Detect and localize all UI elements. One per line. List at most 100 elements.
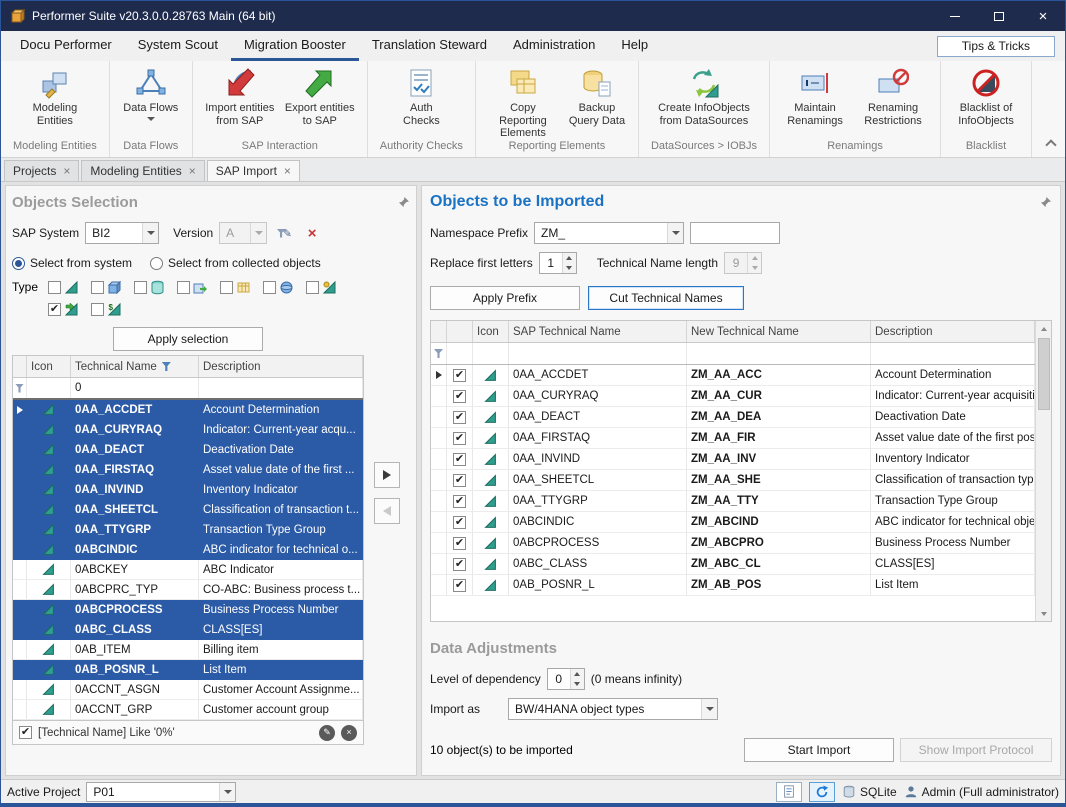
selection-grid-filter-row[interactable]: 0 bbox=[13, 378, 363, 400]
radio-select-from-collected[interactable]: Select from collected objects bbox=[150, 256, 321, 270]
table-row[interactable]: ✔ 0AA_TTYGRP ZM_AA_TTY Transaction Type … bbox=[431, 491, 1035, 512]
table-row[interactable]: ✔ 0AB_POSNR_L ZM_AB_POS List Item bbox=[431, 575, 1035, 596]
table-row[interactable]: 0AA_CURYRAQ Indicator: Current-year acqu… bbox=[13, 420, 363, 440]
row-checkbox[interactable]: ✔ bbox=[453, 558, 466, 571]
column-header-new-technical-name[interactable]: New Technical Name bbox=[687, 321, 871, 342]
column-header-icon[interactable]: Icon bbox=[473, 321, 509, 342]
table-row[interactable]: 0AB_POSNR_L List Item bbox=[13, 660, 363, 680]
minimize-button[interactable] bbox=[933, 1, 977, 31]
table-row[interactable]: 0AA_SHEETCL Classification of transactio… bbox=[13, 500, 363, 520]
table-row[interactable]: ✔ 0AA_CURYRAQ ZM_AA_CUR Indicator: Curre… bbox=[431, 386, 1035, 407]
row-checkbox[interactable]: ✔ bbox=[453, 474, 466, 487]
table-row[interactable]: ✔ 0ABCPROCESS ZM_ABCPRO Business Process… bbox=[431, 533, 1035, 554]
row-checkbox[interactable]: ✔ bbox=[453, 453, 466, 466]
row-checkbox[interactable]: ✔ bbox=[453, 390, 466, 403]
type-option-cylinder[interactable]: ✔ bbox=[134, 280, 165, 295]
version-combobox[interactable]: A bbox=[219, 222, 267, 244]
tab-close-icon[interactable]: × bbox=[63, 165, 70, 177]
renaming-restrictions-button[interactable]: Renaming Restrictions bbox=[854, 63, 932, 127]
namespace-prefix-combobox[interactable]: ZM_ bbox=[534, 222, 684, 244]
blacklist-button[interactable]: Blacklist of InfoObjects bbox=[949, 63, 1023, 127]
namespace-prefix-input[interactable] bbox=[690, 222, 780, 244]
scroll-up-icon[interactable] bbox=[1036, 321, 1051, 336]
table-row[interactable]: 0ABCPRC_TYP CO-ABC: Business process t..… bbox=[13, 580, 363, 600]
row-checkbox[interactable]: ✔ bbox=[453, 537, 466, 550]
show-import-protocol-button[interactable]: Show Import Protocol bbox=[900, 738, 1052, 762]
menu-tab[interactable]: System Scout bbox=[125, 31, 231, 61]
ribbon-collapse-chevron-icon[interactable] bbox=[1045, 139, 1056, 150]
filter-editor-button[interactable]: ✎ bbox=[273, 222, 295, 244]
row-checkbox[interactable]: ✔ bbox=[453, 369, 466, 382]
table-row[interactable]: 0ACCNT_GRP Customer account group bbox=[13, 700, 363, 720]
maximize-button[interactable] bbox=[977, 1, 1021, 31]
edit-filter-button[interactable]: ✎ bbox=[319, 725, 335, 741]
start-import-button[interactable]: Start Import bbox=[744, 738, 894, 762]
table-row[interactable]: 0AA_INVIND Inventory Indicator bbox=[13, 480, 363, 500]
radio-select-from-system[interactable]: Select from system bbox=[12, 256, 132, 270]
import-as-combobox[interactable]: BW/4HANA object types bbox=[508, 698, 718, 720]
auth-checks-button[interactable]: Auth Checks bbox=[388, 63, 454, 127]
import-entities-button[interactable]: Import entities from SAP bbox=[201, 63, 279, 127]
table-row[interactable]: 0AB_ITEM Billing item bbox=[13, 640, 363, 660]
table-row[interactable]: 0ABC_CLASS CLASS[ES] bbox=[13, 620, 363, 640]
move-right-button[interactable] bbox=[374, 462, 400, 488]
spinner-buttons[interactable] bbox=[562, 253, 576, 273]
table-row[interactable]: ✔ 0AA_INVIND ZM_AA_INV Inventory Indicat… bbox=[431, 449, 1035, 470]
row-checkbox[interactable]: ✔ bbox=[453, 495, 466, 508]
refresh-button[interactable] bbox=[809, 782, 835, 802]
table-row[interactable]: ✔ 0AA_FIRSTAQ ZM_AA_FIR Asset value date… bbox=[431, 428, 1035, 449]
table-row[interactable]: 0AA_DEACT Deactivation Date bbox=[13, 440, 363, 460]
row-checkbox[interactable]: ✔ bbox=[453, 432, 466, 445]
technical-name-filter-value[interactable]: 0 bbox=[71, 378, 199, 398]
close-filter-button[interactable]: × bbox=[341, 725, 357, 741]
vertical-scrollbar[interactable] bbox=[1035, 321, 1051, 621]
table-row[interactable]: 0AA_ACCDET Account Determination bbox=[13, 400, 363, 420]
column-header-icon[interactable]: Icon bbox=[27, 356, 71, 377]
row-checkbox[interactable]: ✔ bbox=[453, 411, 466, 424]
maintain-renamings-button[interactable]: Maintain Renamings bbox=[778, 63, 852, 127]
active-project-combobox[interactable]: P01 bbox=[86, 782, 236, 802]
column-header-sap-technical-name[interactable]: SAP Technical Name bbox=[509, 321, 687, 342]
column-header-checkbox[interactable] bbox=[447, 321, 473, 342]
menu-tab[interactable]: Docu Performer bbox=[7, 31, 125, 61]
export-entities-button[interactable]: Export entities to SAP bbox=[281, 63, 359, 127]
level-of-dependency-spinner[interactable]: 0 bbox=[547, 668, 585, 690]
type-option-table[interactable]: ✔ bbox=[220, 280, 251, 295]
table-row[interactable]: 0ABCINDIC ABC indicator for technical o.… bbox=[13, 540, 363, 560]
replace-first-letters-spinner[interactable]: 1 bbox=[539, 252, 577, 274]
tips-tricks-button[interactable]: Tips & Tricks bbox=[937, 36, 1055, 57]
menu-tab[interactable]: Migration Booster bbox=[231, 31, 359, 61]
cut-technical-names-button[interactable]: Cut Technical Names bbox=[588, 286, 744, 310]
apply-selection-button[interactable]: Apply selection bbox=[113, 327, 263, 351]
import-grid-filter-row[interactable] bbox=[431, 343, 1035, 365]
document-tab[interactable]: Modeling Entities × bbox=[81, 160, 204, 181]
table-row[interactable]: ✔ 0AA_ACCDET ZM_AA_ACC Account Determina… bbox=[431, 365, 1035, 386]
type-option-infoobject[interactable]: ✔ bbox=[48, 302, 79, 317]
scroll-down-icon[interactable] bbox=[1036, 606, 1051, 621]
type-option-currency[interactable]: ✔ $ bbox=[91, 302, 122, 317]
protocol-report-button[interactable] bbox=[776, 782, 802, 802]
document-tab[interactable]: Projects × bbox=[4, 160, 79, 181]
pin-icon[interactable] bbox=[1040, 196, 1052, 208]
table-row[interactable]: 0ACCNT_ASGN Customer Account Assignme... bbox=[13, 680, 363, 700]
table-row[interactable]: ✔ 0AA_DEACT ZM_AA_DEA Deactivation Date bbox=[431, 407, 1035, 428]
sap-system-combobox[interactable]: BI2 bbox=[85, 222, 159, 244]
type-option-datasource[interactable]: ✔ bbox=[177, 280, 208, 295]
column-header-description[interactable]: Description bbox=[871, 321, 1035, 342]
type-option-disc[interactable]: ✔ bbox=[263, 280, 294, 295]
row-checkbox[interactable]: ✔ bbox=[453, 516, 466, 529]
spinner-buttons[interactable] bbox=[570, 669, 584, 689]
table-row[interactable]: ✔ 0ABCINDIC ZM_ABCIND ABC indicator for … bbox=[431, 512, 1035, 533]
column-header-technical-name[interactable]: Technical Name bbox=[71, 356, 199, 377]
table-row[interactable]: 0AA_FIRSTAQ Asset value date of the firs… bbox=[13, 460, 363, 480]
technical-name-length-spinner[interactable]: 9 bbox=[724, 252, 762, 274]
backup-query-button[interactable]: Backup Query Data bbox=[564, 63, 630, 127]
table-row[interactable]: ✔ 0AA_SHEETCL ZM_AA_SHE Classification o… bbox=[431, 470, 1035, 491]
table-row[interactable]: 0ABCPROCESS Business Process Number bbox=[13, 600, 363, 620]
scrollbar-thumb[interactable] bbox=[1038, 338, 1050, 410]
apply-prefix-button[interactable]: Apply Prefix bbox=[430, 286, 580, 310]
pin-icon[interactable] bbox=[398, 196, 410, 208]
table-row[interactable]: ✔ 0ABC_CLASS ZM_ABC_CL CLASS[ES] bbox=[431, 554, 1035, 575]
close-button[interactable]: × bbox=[1021, 1, 1065, 31]
table-row[interactable]: 0AA_TTYGRP Transaction Type Group bbox=[13, 520, 363, 540]
